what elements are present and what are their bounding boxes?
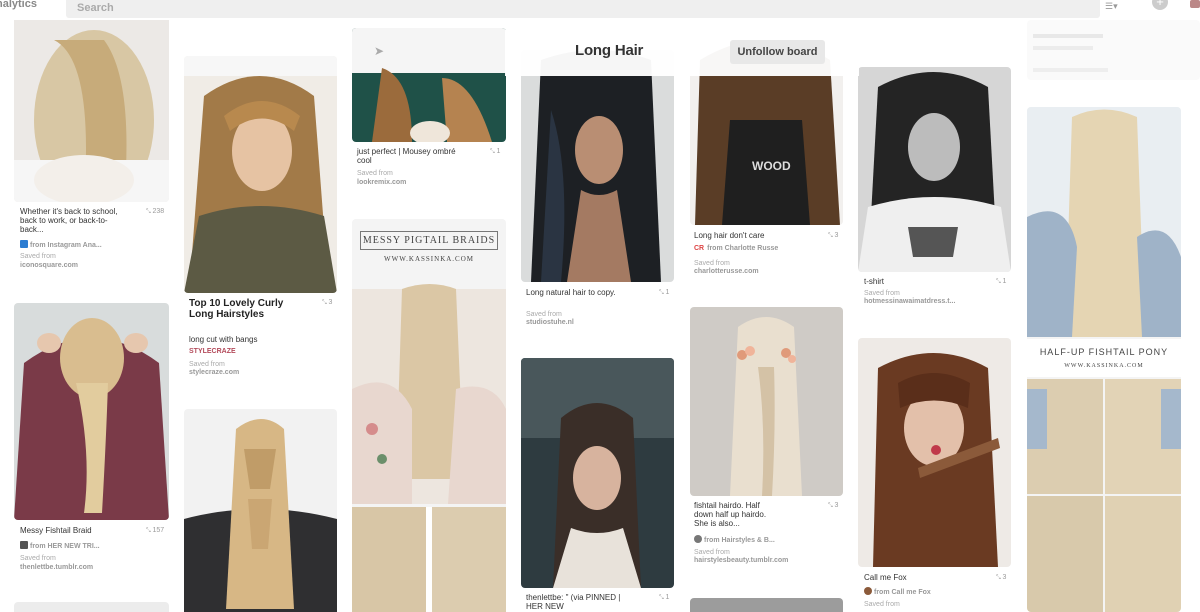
saved-from-link[interactable]: iconosquare.com: [20, 262, 78, 270]
pin-description: fishtail hairdo. Half down half up haird…: [694, 501, 767, 528]
search-bar[interactable]: [66, 0, 1100, 18]
search-input[interactable]: [66, 0, 1100, 18]
saved-from-link[interactable]: lookremix.com: [357, 179, 406, 187]
source-avatar-icon: [864, 587, 872, 595]
pin-source[interactable]: CR from Charlotte Russe: [694, 245, 778, 253]
pin-source[interactable]: from HER NEW TRI...: [20, 541, 100, 551]
pin-image[interactable]: [14, 303, 169, 520]
pin-description: Call me Fox: [864, 573, 907, 582]
unfollow-board-button[interactable]: Unfollow board: [730, 40, 825, 64]
pin-card[interactable]: [1027, 20, 1200, 80]
pin-image[interactable]: [184, 56, 337, 293]
pin-card[interactable]: [14, 602, 169, 612]
plus-icon[interactable]: +: [1152, 0, 1168, 10]
list-view-icon[interactable]: ☰▾: [1105, 0, 1127, 12]
pin-description: thenlettbe: " (via PINNED | HER NEW: [526, 593, 621, 611]
pin-image[interactable]: [14, 20, 169, 202]
top-bar: nalytics ☰▾ +: [0, 0, 1200, 20]
pin-overlay-band: [1027, 339, 1181, 377]
repin-count: 1: [996, 278, 1006, 286]
repin-count: 3: [996, 574, 1006, 582]
saved-from-label: Saved from: [694, 549, 730, 556]
send-icon[interactable]: ➤: [374, 44, 384, 58]
pin-source[interactable]: from Hairstyles & B...: [694, 535, 775, 545]
pin-card[interactable]: MESSY PIGTAIL BRAIDS WWW.KASSINKA.COM: [352, 219, 506, 612]
saved-from-label: Saved from: [357, 170, 393, 177]
pin-card[interactable]: Whether it's back to school, back to wor…: [14, 20, 169, 280]
pin-card[interactable]: [690, 598, 843, 612]
pin-card[interactable]: ➤ just perfect | Mousey ombré cool 1 Sav…: [352, 28, 506, 198]
brand-label: nalytics: [0, 0, 37, 10]
repin-count: 238: [146, 208, 164, 216]
pin-source[interactable]: from Instagram Ana...: [20, 240, 102, 250]
board-title: Long Hair: [575, 42, 644, 59]
pin-description: Long hair don't care: [694, 231, 765, 240]
saved-from-label: Saved from: [526, 311, 562, 318]
pin-image[interactable]: [1027, 20, 1200, 80]
pin-card[interactable]: Long natural hair to copy. 1 Saved from …: [521, 50, 674, 340]
avatar[interactable]: [1190, 0, 1200, 8]
cr-badge: CR: [694, 245, 705, 252]
pin-overlay-site: WWW.KASSINKA.COM: [1064, 363, 1144, 369]
repin-count: 1: [490, 148, 500, 156]
saved-from-link[interactable]: stylecraze.com: [189, 369, 239, 377]
source-avatar-icon: [694, 535, 702, 543]
repin-count: 157: [146, 527, 164, 535]
pin-description: Messy Fishtail Braid: [20, 526, 92, 535]
pin-image[interactable]: [352, 219, 506, 612]
pin-card[interactable]: HALF-UP FISHTAIL PONY WWW.KASSINKA.COM: [1027, 107, 1181, 612]
saved-from-link[interactable]: thenlettbe.tumblr.com: [20, 564, 93, 572]
pin-overlay-title: HALF-UP FISHTAIL PONY: [1039, 347, 1169, 357]
pin-image[interactable]: [521, 358, 674, 588]
saved-from-label: Saved from: [189, 361, 225, 368]
pin-image[interactable]: [690, 307, 843, 496]
pin-image[interactable]: [858, 338, 1011, 567]
repin-count: 1: [659, 594, 669, 602]
pin-card[interactable]: Top 10 Lovely Curly Long Hairstyles 3 lo…: [184, 56, 337, 386]
app-window: nalytics ☰▾ + Long Hair Unfollow board W…: [0, 0, 1200, 612]
saved-from-label: Saved from: [20, 253, 56, 260]
repin-count: 3: [828, 502, 838, 510]
pin-card[interactable]: fishtail hairdo. Half down half up haird…: [690, 307, 843, 577]
pin-overlay-site: WWW.KASSINKA.COM: [383, 255, 475, 263]
pin-title: Top 10 Lovely Curly Long Hairstyles: [189, 298, 284, 320]
saved-from-label: Saved from: [864, 290, 900, 297]
pin-image[interactable]: [858, 67, 1011, 272]
pin-card[interactable]: t-shirt 1 Saved from hotmessinawaimatdre…: [858, 67, 1011, 317]
saved-from-label: Saved from: [694, 260, 730, 267]
board-header: Long Hair Unfollow board: [505, 30, 859, 76]
saved-from-link[interactable]: hotmessinawaimatdress.t...: [864, 298, 955, 306]
pin-image[interactable]: [690, 598, 843, 612]
pin-card[interactable]: thenlettbe: " (via PINNED | HER NEW 1: [521, 358, 674, 612]
pin-image[interactable]: [14, 602, 169, 612]
saved-from-label: Saved from: [20, 555, 56, 562]
saved-from-link[interactable]: charlotterusse.com: [694, 268, 759, 276]
repin-count: 1: [659, 289, 669, 297]
pin-description: long cut with bangs: [189, 335, 258, 344]
pin-source[interactable]: from Call me Fox: [864, 587, 931, 597]
pin-image[interactable]: [521, 50, 674, 282]
repin-count: 3: [828, 232, 838, 240]
pin-overlay-title: MESSY PIGTAIL BRAIDS: [360, 231, 498, 250]
pin-brand: STYLECRAZE: [189, 348, 236, 355]
svg-text:WOOD: WOOD: [752, 159, 791, 173]
pin-card[interactable]: [184, 409, 337, 612]
source-avatar-icon: [20, 541, 28, 549]
pin-description: just perfect | Mousey ombré cool: [357, 147, 456, 165]
pin-description: t-shirt: [864, 277, 884, 286]
pin-description: Whether it's back to school, back to wor…: [20, 207, 118, 234]
pin-card[interactable]: Call me Fox 3 from Call me Fox Saved fro…: [858, 338, 1011, 612]
pin-image[interactable]: [184, 409, 337, 612]
saved-from-link[interactable]: hairstylesbeauty.tumblr.com: [694, 557, 788, 565]
saved-from-link[interactable]: studiostuhe.nl: [526, 319, 574, 327]
repin-count: 3: [322, 299, 332, 307]
pin-description: Long natural hair to copy.: [526, 288, 616, 297]
saved-from-label: Saved from: [864, 601, 900, 608]
instagram-icon: [20, 240, 28, 248]
pin-card[interactable]: Messy Fishtail Braid 157 from HER NEW TR…: [14, 303, 169, 583]
